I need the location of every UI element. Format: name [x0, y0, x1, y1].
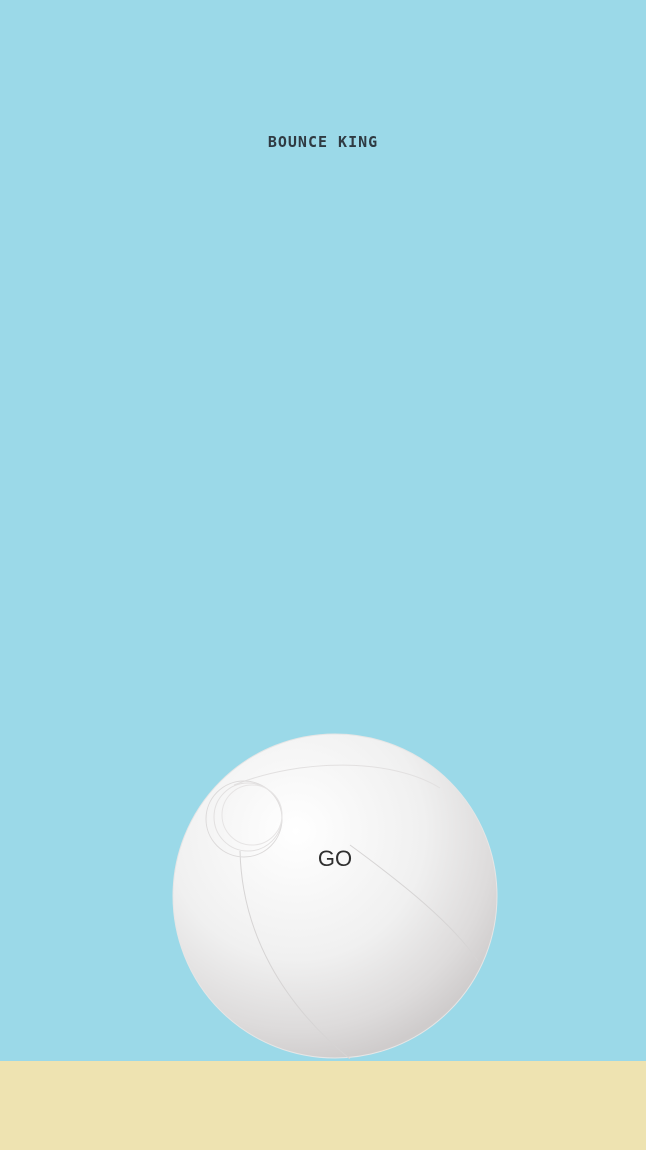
beach-ball-icon — [172, 733, 498, 1059]
go-button-label[interactable]: GO — [172, 846, 498, 872]
ball-go-button[interactable]: GO — [172, 733, 498, 1059]
game-title: BOUNCE KING — [267, 133, 379, 151]
ground-strip — [0, 1061, 646, 1150]
